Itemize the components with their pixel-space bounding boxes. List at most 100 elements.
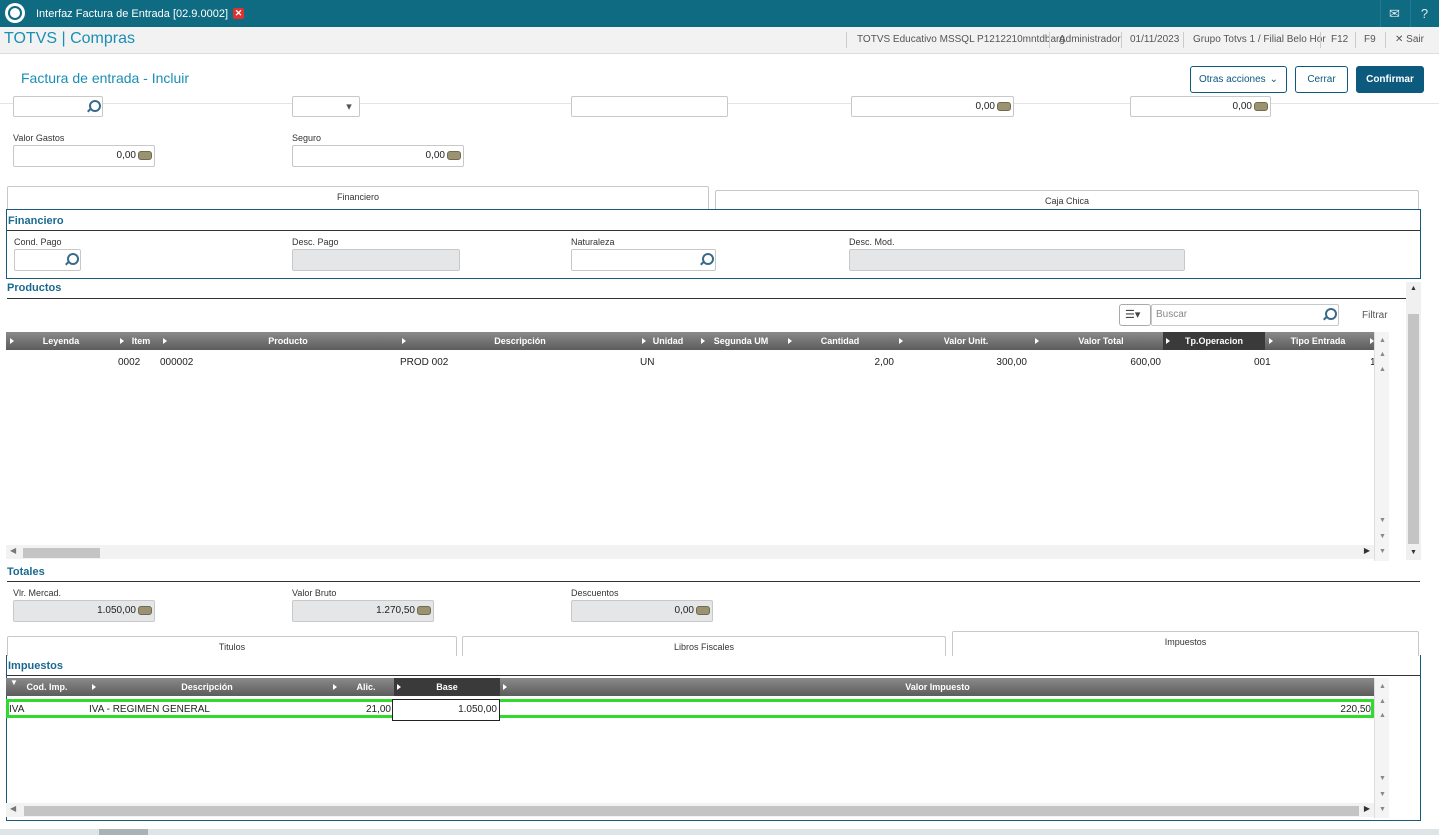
cell-cod-imp: IVA (9, 704, 25, 715)
search-icon[interactable] (65, 253, 79, 265)
valor-bruto-label: Valor Bruto (292, 588, 337, 598)
col-unidad[interactable]: Unidad (646, 332, 690, 350)
col-tipo-entrada[interactable]: Tipo Entrada (1276, 332, 1360, 350)
col-item[interactable]: Item (120, 332, 162, 350)
search-icon[interactable] (1323, 308, 1337, 320)
search-icon[interactable] (700, 253, 714, 265)
close-icon: ✕ (1395, 34, 1407, 45)
productos-vertical-scrollbar[interactable]: ▲ ▲ ▲ ▼ ▼ ▼ (1374, 332, 1389, 561)
tab-impuestos[interactable]: Impuestos (952, 631, 1419, 656)
columns-menu-button[interactable]: ☰▾ (1119, 304, 1151, 326)
col-alic[interactable]: Alic. (341, 678, 391, 696)
user-info[interactable]: Administrador (1059, 34, 1121, 45)
vlr-mercad-label: Vlr. Mercad. (13, 588, 62, 598)
cell-unidad: UN (640, 357, 655, 368)
productos-horizontal-scrollbar[interactable]: ◀ ▶ (6, 545, 1374, 559)
col-tp-operacion-label: Tp.Operacion (1184, 336, 1243, 346)
calculator-icon[interactable] (138, 151, 152, 160)
descuentos-label: Descuentos (571, 588, 619, 598)
financiero-title: Financiero (8, 215, 64, 227)
horizontal-scroll-thumb[interactable] (23, 548, 100, 558)
search-icon[interactable] (87, 100, 101, 112)
status-strip (0, 829, 1439, 835)
impuestos-vertical-scrollbar[interactable]: ▲ ▲ ▲ ▼ ▼ ▼ (1374, 678, 1389, 818)
app-header: TOTVS | Compras TOTVS Educativo MSSQL P1… (0, 27, 1439, 54)
date-info[interactable]: 01/11/2023 (1130, 34, 1179, 45)
top-field-5[interactable]: 0,00 (1130, 96, 1271, 117)
seguro-field[interactable]: 0,00 (292, 145, 464, 167)
cond-pago-label: Cond. Pago (14, 237, 62, 247)
vlr-mercad-value: 1.050,00 (97, 605, 136, 616)
col-segunda-um[interactable]: Segunda UM (706, 332, 776, 350)
tab-libros-fiscales[interactable]: Libros Fiscales (462, 636, 946, 656)
exit-button[interactable]: ✕ Sair (1395, 34, 1424, 45)
top-field-1[interactable] (13, 96, 103, 117)
valor-gastos-field[interactable]: 0,00 (13, 145, 155, 167)
col-leyenda[interactable]: Leyenda (20, 332, 102, 350)
tab-titulos[interactable]: Titulos (7, 636, 457, 656)
calculator-icon[interactable] (447, 151, 461, 160)
top-select-1[interactable]: ▾ (292, 96, 360, 117)
branch-info[interactable]: Grupo Totvs 1 / Filial Belo Hor (1193, 34, 1326, 45)
col-tp-operacion[interactable]: Tp.Operacion (1163, 332, 1265, 350)
desc-mod-label: Desc. Mod. (849, 237, 895, 247)
cell-base[interactable]: 1.050,00 (392, 699, 500, 721)
table-row[interactable]: IVA IVA - REGIMEN GENERAL 21,00 1.050,00… (6, 699, 1374, 721)
f9-shortcut[interactable]: F9 (1364, 34, 1376, 45)
valor-gastos-label: Valor Gastos (13, 133, 65, 143)
productos-grid-header: Leyenda Item Producto Descripción Unidad… (6, 332, 1374, 350)
help-icon[interactable]: ? (1410, 0, 1438, 27)
top-field-3[interactable] (571, 96, 728, 117)
col-valor-impuesto[interactable]: Valor Impuesto (511, 678, 1364, 696)
naturaleza-label: Naturaleza (571, 237, 615, 247)
environment-info[interactable]: TOTVS Educativo MSSQL P1212210mntdbarg (857, 34, 1065, 45)
page-scroll-thumb[interactable] (1408, 314, 1419, 544)
col-valor-unit[interactable]: Valor Unit. (906, 332, 1026, 350)
mail-icon[interactable]: ✉ (1380, 0, 1408, 27)
page-vertical-scrollbar[interactable]: ▲ ▼ (1406, 282, 1421, 560)
close-tab-icon[interactable]: ✕ (233, 8, 245, 19)
impuestos-grid-header: ▼ Cod. Imp. Descripción Alic. Base Valor… (6, 678, 1374, 696)
confirm-button[interactable]: Confirmar (1356, 66, 1424, 93)
col-cantidad[interactable]: Cantidad (796, 332, 884, 350)
status-strip-tab (99, 829, 148, 835)
cell-alic: 21,00 (365, 704, 391, 715)
impuestos-title: Impuestos (8, 660, 64, 672)
table-row[interactable]: 0002 000002 PROD 002 UN 2,00 300,00 600,… (6, 352, 1376, 374)
top-field-4[interactable]: 0,00 (851, 96, 1014, 117)
close-button[interactable]: Cerrar (1295, 66, 1348, 93)
naturaleza-field[interactable] (571, 249, 716, 271)
valor-bruto-field: 1.270,50 (292, 600, 434, 622)
col-descripcion[interactable]: Descripción (98, 678, 316, 696)
cond-pago-field[interactable] (14, 249, 81, 271)
cell-descripcion: PROD 002 (400, 357, 449, 368)
vlr-mercad-field: 1.050,00 (13, 600, 155, 622)
horizontal-scroll-thumb[interactable] (24, 806, 1359, 816)
calculator-icon[interactable] (138, 606, 152, 615)
chevron-down-icon: ⌄ (1269, 74, 1279, 85)
productos-search-input[interactable]: Buscar (1151, 304, 1339, 326)
valor-gastos-value: 0,00 (116, 150, 136, 161)
chevron-down-icon[interactable]: ▾ (342, 100, 356, 114)
page-vertical-scrollbar-lower (1424, 566, 1439, 821)
col-producto[interactable]: Producto (171, 332, 405, 350)
valor-bruto-value: 1.270,50 (376, 605, 415, 616)
tab-caja-chica[interactable]: Caja Chica (715, 190, 1419, 210)
calculator-icon[interactable] (417, 606, 431, 615)
col-base[interactable]: Base (394, 678, 500, 696)
calculator-icon[interactable] (997, 102, 1011, 111)
f12-shortcut[interactable]: F12 (1331, 34, 1348, 45)
cell-tipo-entrada: 001 (1254, 357, 1271, 368)
filter-button[interactable]: Filtrar (1362, 310, 1388, 321)
col-descripcion[interactable]: Descripción (410, 332, 630, 350)
other-actions-label: Otras acciones (1198, 74, 1266, 85)
calculator-icon[interactable] (1254, 102, 1268, 111)
seguro-value: 0,00 (425, 150, 445, 161)
impuestos-horizontal-scrollbar[interactable]: ◀ ▶ (6, 803, 1374, 817)
col-cod-imp[interactable]: Cod. Imp. (20, 678, 74, 696)
other-actions-button[interactable]: Otras acciones ⌄ (1190, 66, 1287, 93)
window-tab[interactable]: Interfaz Factura de Entrada [02.9.0002] … (30, 2, 250, 25)
col-valor-total[interactable]: Valor Total (1041, 332, 1161, 350)
calculator-icon[interactable] (696, 606, 710, 615)
tab-financiero[interactable]: Financiero (7, 186, 709, 210)
